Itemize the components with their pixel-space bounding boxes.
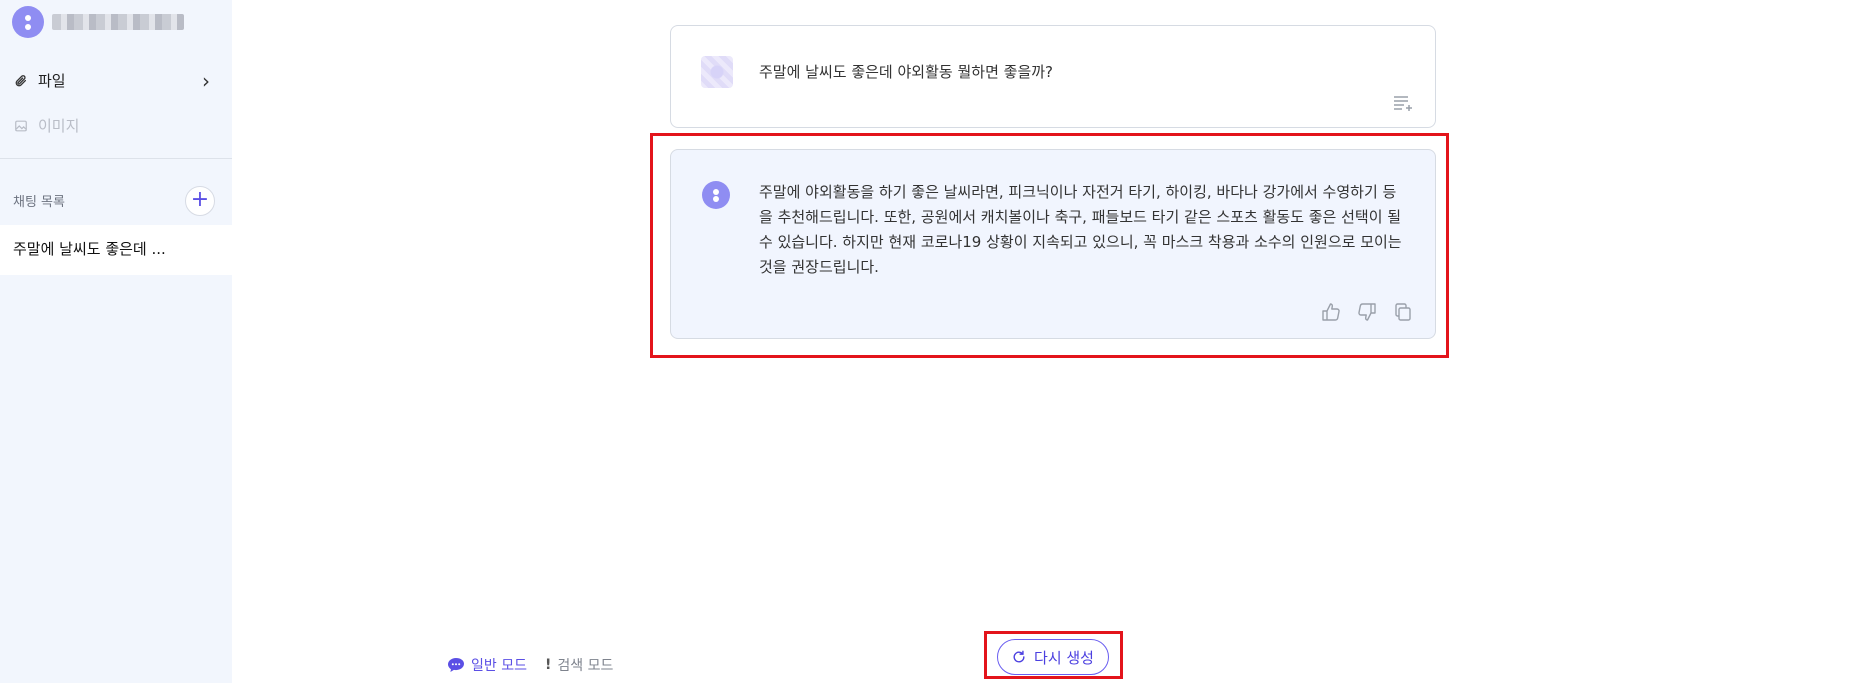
user-avatar xyxy=(701,56,733,88)
mode-selector: 일반 모드 ! 검색 모드 xyxy=(447,655,613,675)
add-chat-button[interactable]: + xyxy=(185,186,215,216)
search-mode-label: 검색 모드 xyxy=(557,658,614,674)
sidebar-item-label: 파일 xyxy=(38,72,66,90)
search-mode-button[interactable]: ! 검색 모드 xyxy=(545,655,613,675)
profile[interactable] xyxy=(12,6,184,38)
regenerate-label: 다시 생성 xyxy=(1034,648,1094,667)
add-note-icon[interactable] xyxy=(1393,95,1413,111)
chat-list-item[interactable]: 주말에 날씨도 좋은데 ... xyxy=(0,225,232,275)
user-message: 주말에 날씨도 좋은데 야외활동 뭘하면 좋을까? xyxy=(670,25,1436,128)
paperclip-icon xyxy=(15,74,27,86)
regenerate-button[interactable]: 다시 생성 xyxy=(997,639,1109,675)
chevron-right-icon: › xyxy=(202,68,210,93)
exclamation-icon: ! xyxy=(544,657,552,673)
sidebar-item-label: 이미지 xyxy=(38,117,80,135)
refresh-icon xyxy=(1013,650,1025,663)
avatar xyxy=(12,6,44,38)
app: 파일 › 이미지 채팅 목록 + 주말에 날씨도 좋은데 ... 주말에 날씨도… xyxy=(0,0,1862,683)
normal-mode-label: 일반 모드 xyxy=(471,658,527,674)
profile-name-redacted xyxy=(52,14,184,30)
sidebar-item-images[interactable]: 이미지 xyxy=(14,115,79,136)
chat-bubble-icon xyxy=(448,658,464,672)
chat-list-title: 채팅 목록 xyxy=(13,195,65,210)
image-icon xyxy=(15,120,27,131)
sidebar-divider xyxy=(0,158,232,159)
bot-message-highlight xyxy=(650,133,1449,358)
user-message-text: 주말에 날씨도 좋은데 야외활동 뭘하면 좋을까? xyxy=(759,63,1054,81)
normal-mode-button[interactable]: 일반 모드 xyxy=(447,655,527,675)
sidebar-item-files[interactable]: 파일 › xyxy=(14,70,210,91)
sidebar: 파일 › 이미지 채팅 목록 + 주말에 날씨도 좋은데 ... xyxy=(0,0,232,683)
